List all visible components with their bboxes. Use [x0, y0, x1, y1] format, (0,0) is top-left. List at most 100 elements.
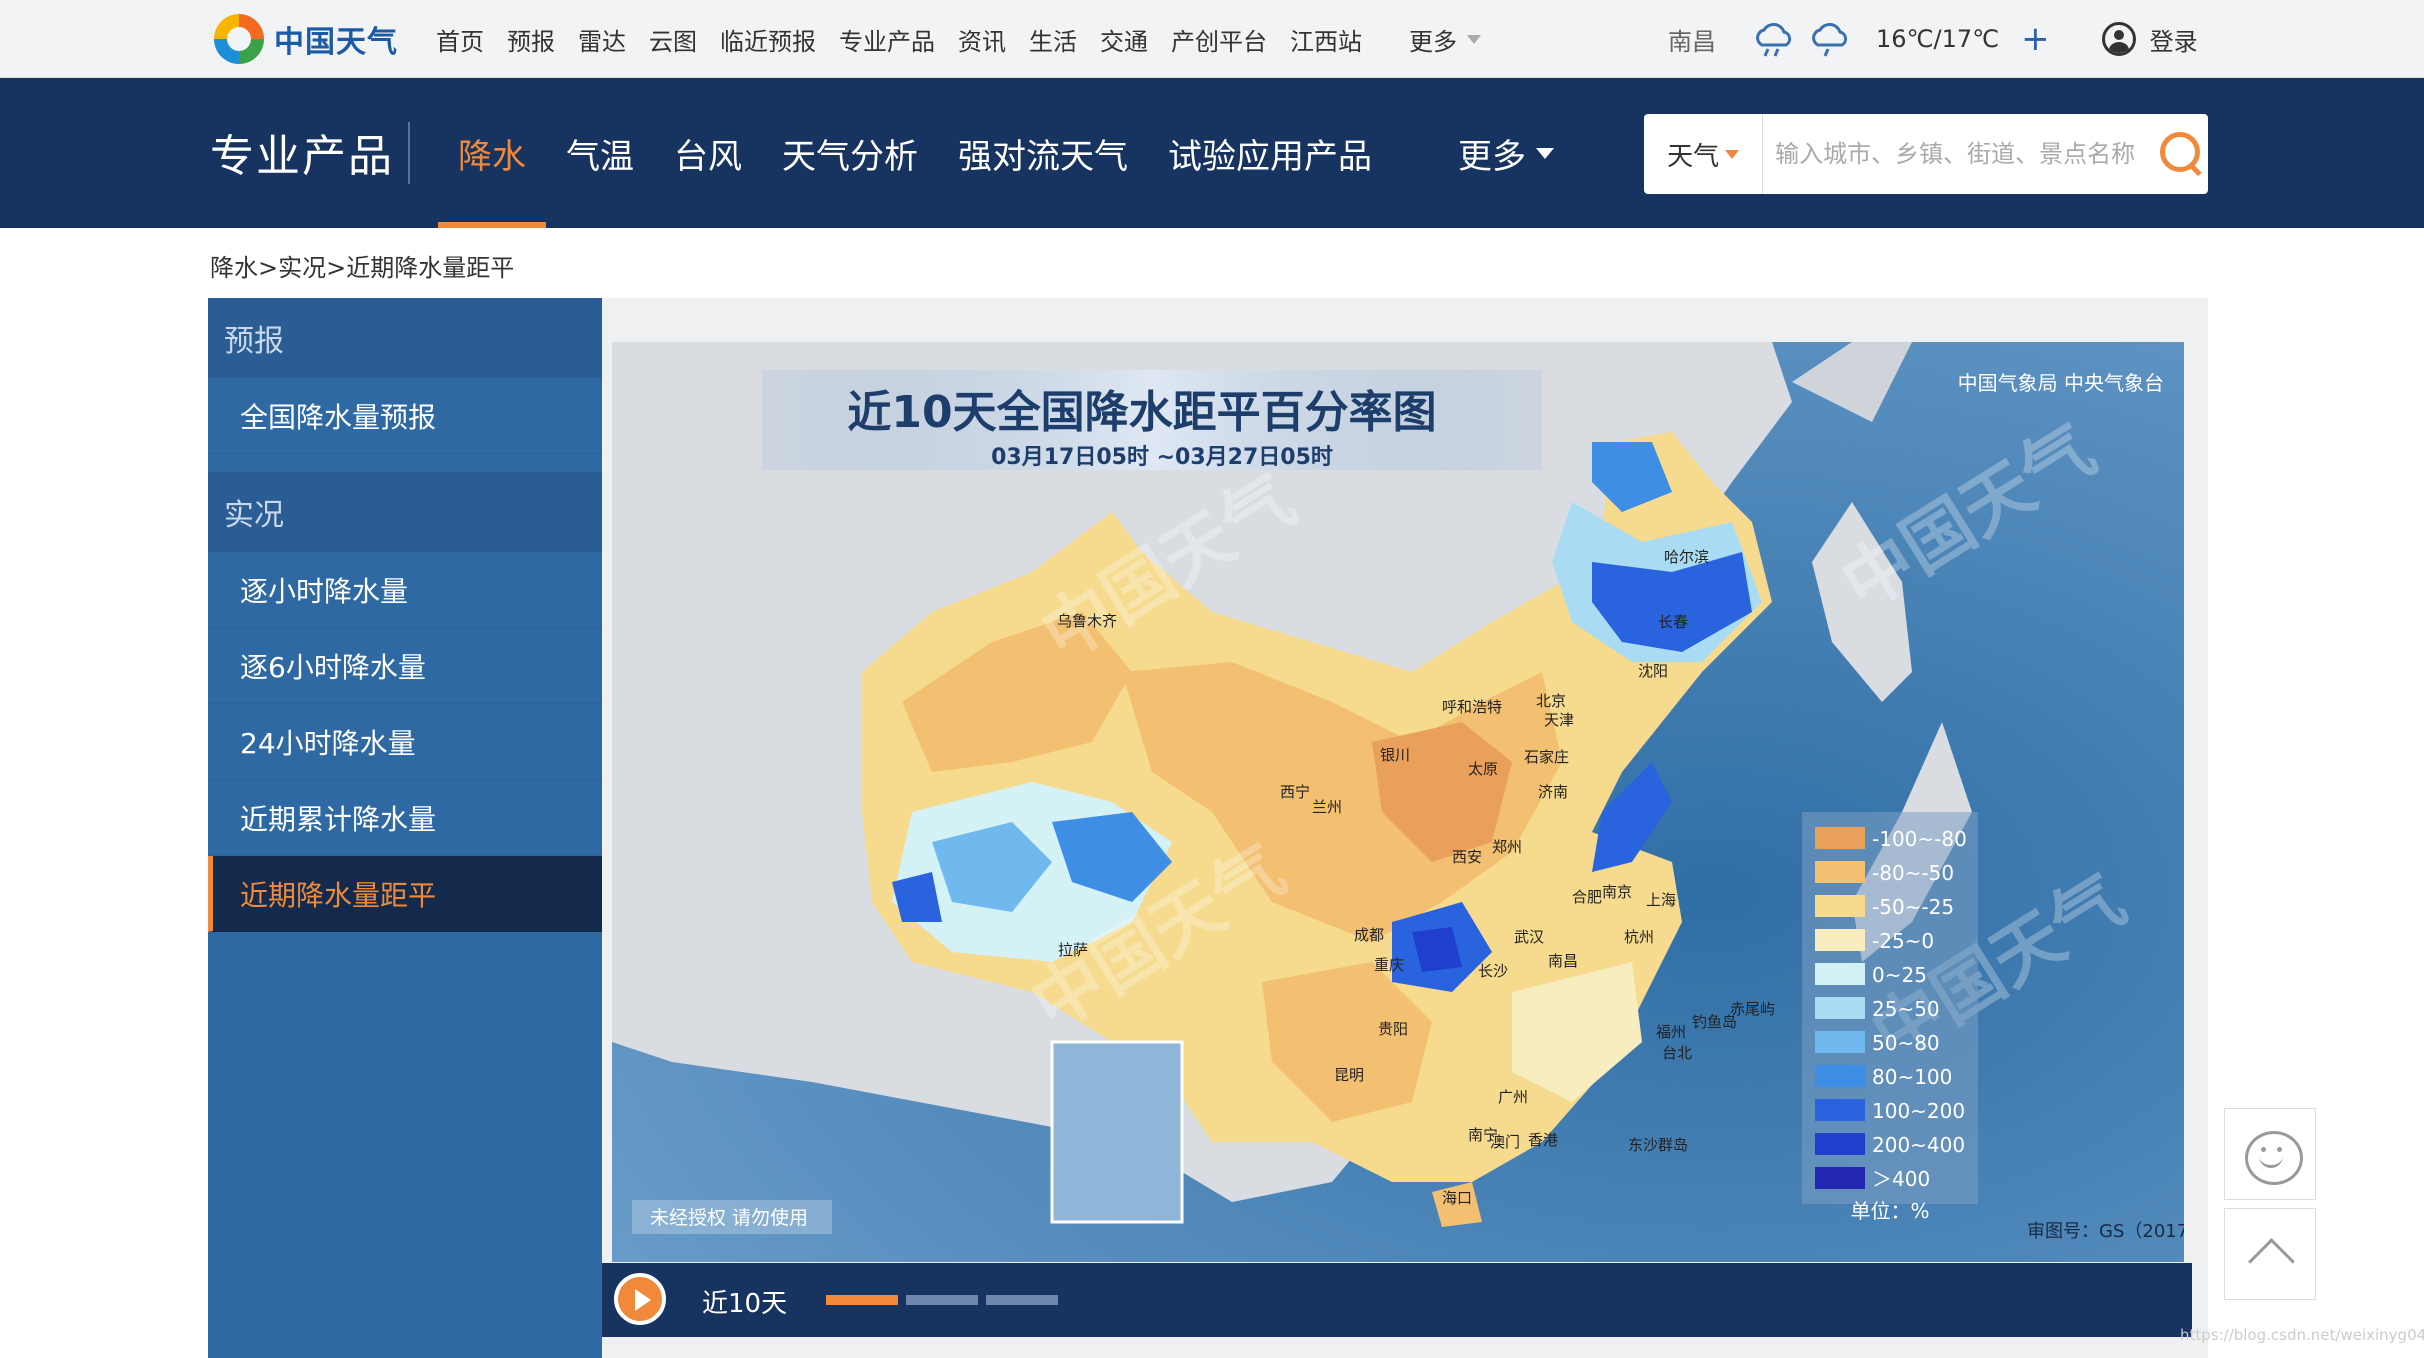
legend-swatch — [1815, 1133, 1865, 1155]
city-label: 长春 — [1658, 613, 1688, 631]
topnav-item-life[interactable]: 生活 — [1029, 22, 1077, 57]
search-input[interactable] — [1775, 140, 2153, 168]
main-nav-items: 降水 气温 台风 天气分析 强对流天气 试验应用产品 更多 — [438, 78, 1574, 228]
play-icon[interactable] — [614, 1273, 666, 1325]
city-label: 西安 — [1452, 848, 1482, 866]
city-label: 石家庄 — [1524, 748, 1569, 766]
sidebar-group-observed: 实况 — [208, 472, 602, 552]
sidebar-item-accumulated[interactable]: 近期累计降水量 — [208, 780, 602, 856]
legend-label: -100~-80 — [1872, 827, 1967, 851]
chevron-down-icon — [1536, 147, 1554, 159]
add-city-icon[interactable]: + — [2021, 22, 2050, 56]
logo-text: 中国天气 — [274, 25, 398, 60]
cloud-rain-icon — [1756, 23, 1792, 57]
tab-temperature[interactable]: 气温 — [546, 78, 654, 228]
city-label: 兰州 — [1312, 798, 1342, 816]
tab-more[interactable]: 更多 — [1438, 78, 1574, 228]
temperature-range: 16℃/17℃ — [1876, 25, 2000, 53]
city-label: 沈阳 — [1638, 662, 1668, 680]
city-label: 成都 — [1354, 926, 1384, 944]
topnav-item-news[interactable]: 资讯 — [958, 22, 1006, 57]
timeline-segment[interactable] — [986, 1295, 1058, 1305]
city-label: 台北 — [1662, 1044, 1692, 1062]
tab-typhoon[interactable]: 台风 — [654, 78, 762, 228]
city-label: 太原 — [1468, 760, 1498, 778]
content-panel: 近10天全国降水距平百分率图 03月17日05时 ~03月27日05时 中国气象… — [602, 298, 2208, 1358]
city-label: 海口 — [1442, 1189, 1472, 1207]
sidebar-item-24hour[interactable]: 24小时降水量 — [208, 704, 602, 780]
city-label: 杭州 — [1624, 928, 1654, 946]
map-subtitle: 03月17日05时 ~03月27日05时 — [991, 445, 1333, 470]
city-label: 福州 — [1656, 1023, 1686, 1041]
sidebar-group-forecast: 预报 — [208, 298, 602, 378]
topnav-item-traffic[interactable]: 交通 — [1100, 22, 1148, 57]
site-logo[interactable]: 中国天气 — [214, 12, 398, 66]
top-nav: 首页 预报 雷达 云图 临近预报 专业产品 资讯 生活 交通 产创平台 江西站 … — [436, 0, 1504, 78]
legend-swatch — [1815, 1167, 1865, 1189]
search-type-label: 天气 — [1667, 141, 1720, 172]
city-label: 昆明 — [1334, 1066, 1364, 1084]
search-box: 天气 — [1644, 114, 2208, 194]
search-icon[interactable] — [2156, 128, 2208, 180]
topnav-item-nowcast[interactable]: 临近预报 — [720, 22, 816, 57]
topnav-item-home[interactable]: 首页 — [436, 22, 484, 57]
city-label: 郑州 — [1492, 838, 1522, 856]
legend-swatch — [1815, 929, 1865, 951]
tab-experimental[interactable]: 试验应用产品 — [1148, 78, 1392, 228]
city-label: 哈尔滨 — [1664, 548, 1709, 566]
topnav-item-radar[interactable]: 雷达 — [578, 22, 626, 57]
topnav-item-cloud[interactable]: 云图 — [649, 22, 697, 57]
weather-icons — [1752, 19, 1852, 59]
feedback-button[interactable] — [2224, 1108, 2316, 1200]
city-label: 拉萨 — [1058, 941, 1088, 959]
topnav-item-platform[interactable]: 产创平台 — [1171, 22, 1267, 57]
login-label: 登录 — [2149, 27, 2198, 56]
tab-weather-analysis[interactable]: 天气分析 — [762, 78, 938, 228]
city-label: 香港 — [1528, 1131, 1558, 1149]
map-disclaimer: 未经授权 请勿使用 — [650, 1207, 808, 1229]
legend-label: 25~50 — [1872, 997, 1940, 1021]
city-label: 济南 — [1538, 783, 1568, 801]
login-button[interactable]: 登录 — [2101, 22, 2198, 57]
city-label: 武汉 — [1514, 928, 1544, 946]
legend-label: 100~200 — [1872, 1099, 1965, 1123]
chevron-down-icon — [1467, 34, 1481, 44]
topnav-item-jiangxi[interactable]: 江西站 — [1290, 22, 1362, 57]
map-canvas: 近10天全国降水距平百分率图 03月17日05时 ~03月27日05时 中国气象… — [612, 342, 2184, 1262]
tab-precipitation[interactable]: 降水 — [438, 78, 546, 228]
back-to-top-button[interactable] — [2224, 1208, 2316, 1300]
sidebar-item-hourly[interactable]: 逐小时降水量 — [208, 552, 602, 628]
search-type-select[interactable]: 天气 — [1644, 114, 1764, 194]
city-label: 南昌 — [1548, 952, 1578, 970]
breadcrumb[interactable]: 降水>实况>近期降水量距平 — [210, 248, 514, 283]
sidebar-item-6hourly[interactable]: 逐6小时降水量 — [208, 628, 602, 704]
feedback-eye — [2277, 1147, 2282, 1152]
legend-label: -50~-25 — [1872, 895, 1954, 919]
legend-swatch — [1815, 827, 1865, 849]
city-label: 北京 — [1536, 692, 1566, 710]
city-label: 乌鲁木齐 — [1057, 612, 1117, 630]
legend-label: ＞400 — [1872, 1167, 1930, 1191]
logo-swirl-icon — [214, 14, 264, 64]
south-china-sea-inset — [1050, 1040, 1184, 1224]
legend-unit: 单位：% — [1850, 1199, 1929, 1223]
precipitation-anomaly-map[interactable]: 近10天全国降水距平百分率图 03月17日05时 ~03月27日05时 中国气象… — [612, 342, 2184, 1262]
topnav-more[interactable]: 更多 — [1409, 22, 1481, 57]
legend-swatch — [1815, 963, 1865, 985]
topnav-item-forecast[interactable]: 预报 — [507, 22, 555, 57]
timeline-segment[interactable] — [906, 1295, 978, 1305]
main-nav: 专业产品 降水 气温 台风 天气分析 强对流天气 试验应用产品 更多 天气 — [0, 78, 2424, 228]
legend-label: -80~-50 — [1872, 861, 1954, 885]
section-title[interactable]: 专业产品 — [210, 120, 394, 184]
map-title: 近10天全国降水距平百分率图 — [847, 387, 1436, 438]
tab-severe-convection[interactable]: 强对流天气 — [938, 78, 1148, 228]
sidebar-item-national-forecast[interactable]: 全国降水量预报 — [208, 378, 602, 454]
topnav-item-products[interactable]: 专业产品 — [839, 22, 935, 57]
timeline-segment[interactable] — [826, 1295, 898, 1305]
legend-label: 80~100 — [1872, 1065, 1952, 1089]
city-label: 天津 — [1544, 711, 1574, 729]
legend-label: 0~25 — [1872, 963, 1927, 987]
legend-swatch — [1815, 1065, 1865, 1087]
current-city[interactable]: 南昌 — [1668, 22, 1716, 57]
sidebar-item-anomaly[interactable]: 近期降水量距平 — [208, 856, 602, 932]
